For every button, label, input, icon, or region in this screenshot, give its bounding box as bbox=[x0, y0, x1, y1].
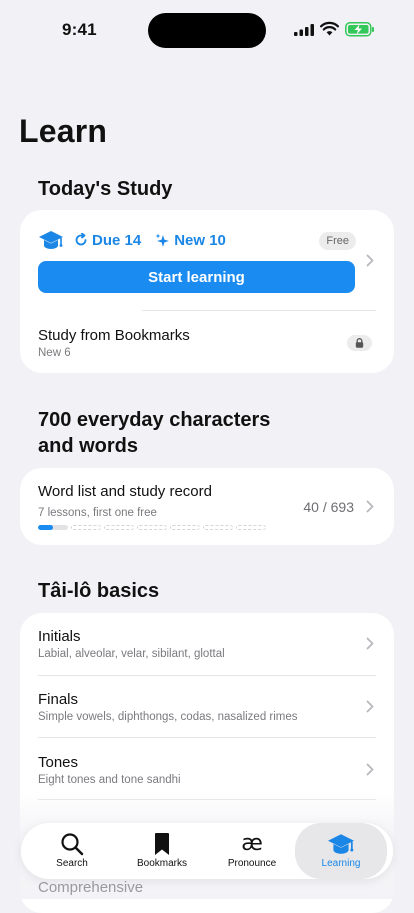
lesson-progress-fill bbox=[38, 525, 53, 530]
word-list-card[interactable]: Word list and study record 7 lessons, fi… bbox=[20, 468, 394, 545]
tab-pronounce[interactable]: æ Pronounce bbox=[207, 823, 297, 879]
lesson-progress-segment bbox=[104, 525, 134, 530]
new-count: New 10 bbox=[155, 232, 226, 249]
graduation-cap-icon bbox=[328, 834, 354, 854]
due-count: Due 14 bbox=[74, 232, 141, 249]
ae-icon: æ bbox=[241, 831, 263, 856]
page-title: Learn bbox=[19, 113, 108, 149]
tab-label: Bookmarks bbox=[136, 858, 187, 869]
section-title-line: and words bbox=[38, 435, 139, 457]
lesson-progress-segment bbox=[71, 525, 101, 530]
divider bbox=[38, 737, 376, 738]
chevron-right-icon[interactable] bbox=[366, 254, 374, 267]
wifi-icon bbox=[320, 21, 339, 36]
status-bar: 9:41 bbox=[0, 0, 414, 60]
tab-label: Pronounce bbox=[227, 858, 277, 869]
dynamic-island bbox=[148, 13, 266, 48]
divider bbox=[142, 310, 376, 311]
new-label: New 10 bbox=[174, 231, 226, 249]
lesson-progress-segment bbox=[38, 525, 68, 530]
section-title-today: Today's Study bbox=[38, 178, 173, 200]
list-item-title-partial: Comprehensive bbox=[38, 879, 144, 896]
graduation-cap-icon bbox=[39, 231, 63, 249]
study-summary: Due 14 New 10 bbox=[38, 228, 226, 252]
chevron-right-icon bbox=[366, 763, 374, 776]
bookmarks-row-title: Study from Bookmarks bbox=[38, 327, 190, 344]
lesson-progress-segment bbox=[236, 525, 266, 530]
tab-bookmarks[interactable]: Bookmarks bbox=[117, 823, 207, 879]
chevron-right-icon bbox=[366, 500, 374, 513]
sparkle-icon bbox=[155, 233, 170, 247]
section-title-everyday: 700 everyday characters and words bbox=[38, 407, 270, 459]
list-item-title: Initials bbox=[38, 628, 81, 645]
bookmark-icon bbox=[155, 833, 169, 855]
due-label: Due 14 bbox=[92, 231, 142, 249]
list-item-title: Finals bbox=[38, 691, 79, 708]
tab-search[interactable]: Search bbox=[27, 823, 117, 879]
divider bbox=[38, 675, 376, 676]
cellular-signal-icon bbox=[294, 24, 314, 36]
lock-icon bbox=[355, 338, 364, 348]
list-item-title: Tones bbox=[38, 754, 79, 771]
lesson-progress-segment bbox=[137, 525, 167, 530]
bookmarks-row-subtitle: New 6 bbox=[38, 347, 71, 359]
today-study-card: Due 14 New 10 Free Start learning Study … bbox=[20, 210, 394, 373]
chevron-right-icon bbox=[366, 637, 374, 650]
list-item-subtitle: Labial, alveolar, velar, sibilant, glott… bbox=[38, 648, 225, 660]
status-time: 9:41 bbox=[62, 20, 97, 39]
lesson-progress-segment bbox=[203, 525, 233, 530]
tab-label: Search bbox=[56, 858, 88, 869]
chevron-right-icon bbox=[366, 700, 374, 713]
tab-label: Learning bbox=[321, 858, 361, 869]
lesson-progress-segment bbox=[170, 525, 200, 530]
tab-learning[interactable]: Learning bbox=[295, 823, 387, 879]
section-title-basics: Tâi-lô basics bbox=[38, 580, 160, 602]
list-item-subtitle: Simple vowels, diphthongs, codas, nasali… bbox=[38, 711, 298, 723]
free-badge: Free bbox=[319, 232, 356, 250]
battery-charging-icon bbox=[345, 22, 374, 37]
section-title-line: 700 everyday characters bbox=[38, 409, 271, 431]
word-list-title: Word list and study record bbox=[38, 483, 212, 500]
word-count: 40 / 693 bbox=[303, 499, 354, 515]
refresh-icon bbox=[75, 233, 87, 246]
search-icon bbox=[61, 833, 84, 856]
word-list-subtitle: 7 lessons, first one free bbox=[38, 507, 157, 519]
tab-bar: Search Bookmarks æ Pronounce Learning bbox=[21, 823, 393, 879]
lock-badge bbox=[347, 335, 372, 351]
lesson-progress bbox=[38, 525, 266, 530]
start-learning-button[interactable]: Start learning bbox=[38, 261, 355, 293]
list-item-subtitle: Eight tones and tone sandhi bbox=[38, 774, 181, 786]
